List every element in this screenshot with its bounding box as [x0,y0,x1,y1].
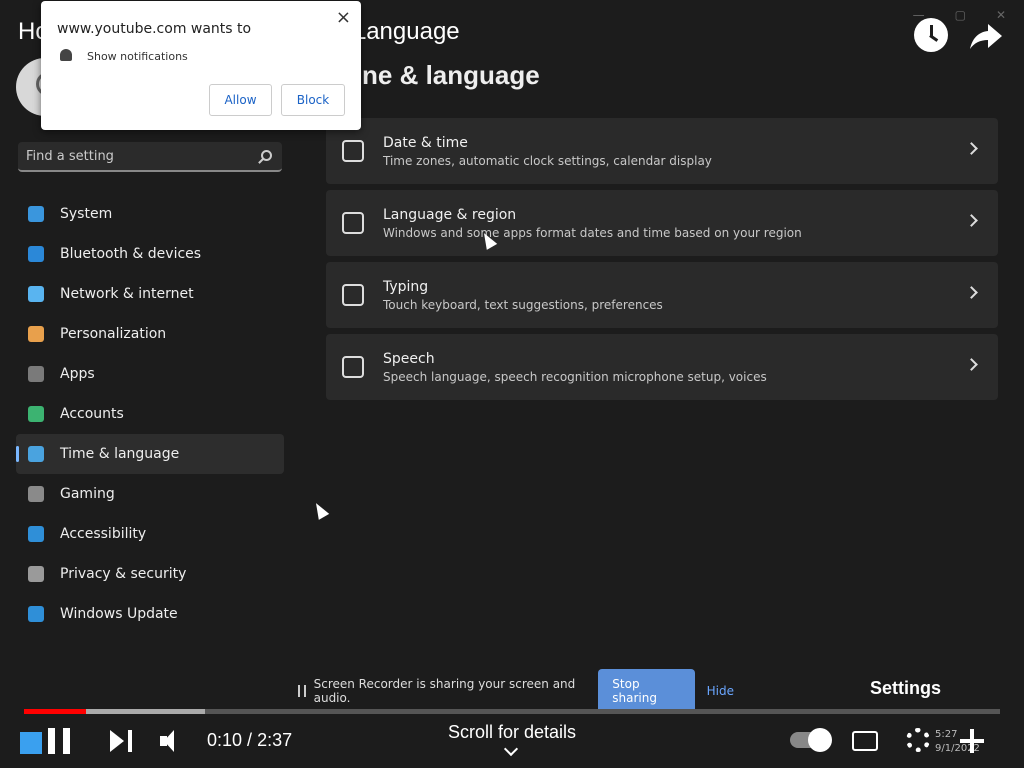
brush-icon [28,326,44,342]
calendar-clock-icon [342,140,364,162]
globe-clock-icon [28,446,44,462]
close-icon[interactable]: × [336,7,351,28]
sidebar-item-time-language[interactable]: Time & language [16,434,284,474]
autoplay-toggle[interactable] [790,728,832,752]
update-icon [28,606,44,622]
sidebar-item-label: Personalization [60,326,167,342]
mouse-cursor-icon [310,500,330,520]
watch-later-icon[interactable] [914,18,948,52]
speech-icon [342,356,364,378]
card-speech[interactable]: Speech Speech language, speech recogniti… [326,334,998,400]
wifi-icon [28,286,44,302]
gamepad-icon [28,486,44,502]
popup-title: www.youtube.com wants to [57,21,252,37]
sidebar-item-gaming[interactable]: Gaming [16,474,284,514]
stop-sharing-button[interactable]: Stop sharing [598,669,695,713]
card-date-time[interactable]: Date & time Time zones, automatic clock … [326,118,998,184]
sidebar-item-accounts[interactable]: Accounts [16,394,284,434]
sidebar-item-label: Privacy & security [60,566,187,582]
block-button[interactable]: Block [281,84,345,116]
progress-played [24,709,87,714]
chevron-right-icon [965,214,978,227]
system-icon [28,206,44,222]
fullscreen-button[interactable] [960,729,984,753]
search-icon [261,150,272,161]
accessibility-icon [28,526,44,542]
person-icon [28,406,44,422]
card-title: Date & time [383,135,468,151]
popup-message: Show notifications [87,50,188,63]
share-icon[interactable] [968,20,1004,52]
sidebar-item-label: Accounts [60,406,124,422]
sidebar-item-label: Bluetooth & devices [60,246,202,262]
subtitles-button[interactable] [852,731,878,751]
video-player[interactable]: — ▢ ✕ How to Change Feedback Hub Languag… [0,0,1024,768]
sidebar-item-label: System [60,206,113,222]
card-description: Time zones, automatic clock settings, ca… [383,154,712,168]
chevron-right-icon [965,358,978,371]
screen-share-banner: Screen Recorder is sharing your screen a… [290,669,734,713]
card-description: Speech language, speech recognition micr… [383,370,767,384]
keyboard-icon [342,284,364,306]
notification-permission-popup: × www.youtube.com wants to Show notifica… [41,1,361,130]
settings-cards: Date & time Time zones, automatic clock … [326,118,998,406]
progress-bar[interactable] [24,709,1000,714]
allow-button[interactable]: Allow [209,84,272,116]
sidebar-item-label: Apps [60,366,95,382]
sidebar-item-personalization[interactable]: Personalization [16,314,284,354]
settings-nav: System Bluetooth & devices Network & int… [16,194,284,634]
chevron-down-icon[interactable] [503,741,519,757]
card-title: Language & region [383,207,517,223]
language-icon [342,212,364,234]
sidebar-item-label: Time & language [60,446,180,462]
pause-sharing-icon[interactable] [298,685,306,697]
sidebar-item-windows-update[interactable]: Windows Update [16,594,284,634]
sidebar-item-label: Network & internet [60,286,194,302]
chevron-right-icon [965,142,978,155]
search-placeholder: Find a setting [26,149,114,164]
card-typing[interactable]: Typing Touch keyboard, text suggestions,… [326,262,998,328]
chevron-right-icon [965,286,978,299]
settings-gear-icon[interactable] [906,728,930,752]
sidebar-item-apps[interactable]: Apps [16,354,284,394]
card-title: Typing [383,279,429,295]
shield-icon [28,566,44,582]
sidebar-item-label: Accessibility [60,526,147,542]
sidebar-item-bluetooth[interactable]: Bluetooth & devices [16,234,284,274]
hide-button[interactable]: Hide [707,684,734,698]
apps-icon [28,366,44,382]
share-message: Screen Recorder is sharing your screen a… [313,677,576,705]
card-description: Touch keyboard, text suggestions, prefer… [383,298,663,312]
sidebar-item-accessibility[interactable]: Accessibility [16,514,284,554]
sidebar-item-network[interactable]: Network & internet [16,274,284,314]
maximize-icon: ▢ [954,8,966,22]
page-title: ne & language [362,60,540,90]
sidebar-item-label: Gaming [60,486,115,502]
bell-icon [60,49,72,61]
card-language-region[interactable]: Language & region Windows and some apps … [326,190,998,256]
sidebar-item-privacy[interactable]: Privacy & security [16,554,284,594]
bluetooth-icon [28,246,44,262]
sidebar-item-system[interactable]: System [16,194,284,234]
search-input[interactable]: Find a setting [18,142,282,172]
sidebar-item-label: Windows Update [60,606,178,622]
card-title: Speech [383,351,435,367]
settings-tooltip: Settings [870,678,942,698]
card-description: Windows and some apps format dates and t… [383,226,802,240]
